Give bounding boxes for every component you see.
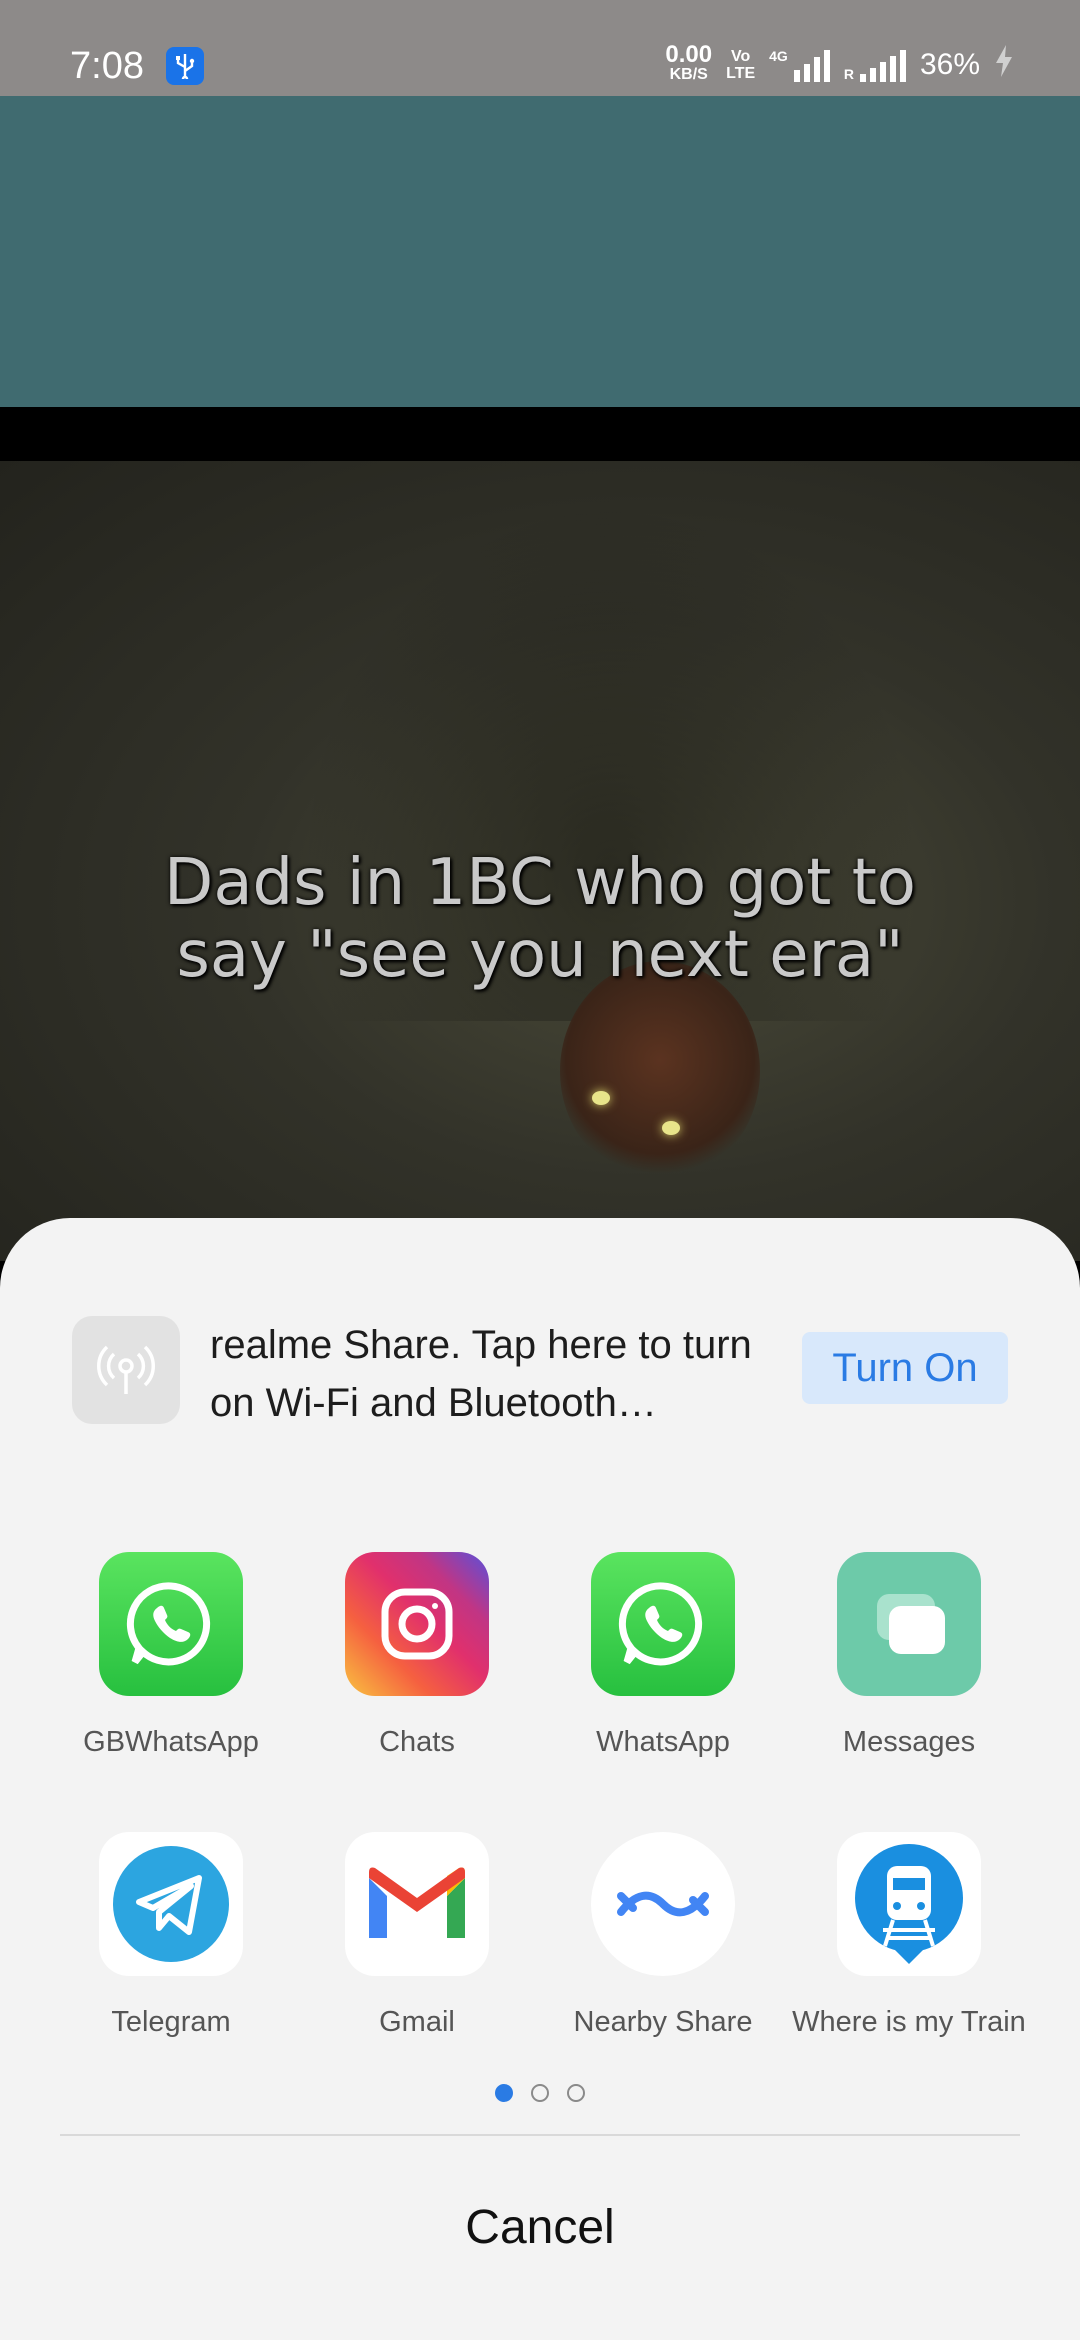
- status-bar: 7:08 0.00 KB/S Vo LTE 4G R 36%: [0, 0, 1080, 96]
- app-telegram[interactable]: Telegram: [48, 1832, 294, 2043]
- divider: [60, 2134, 1020, 2136]
- app-messages[interactable]: Messages: [786, 1552, 1032, 1763]
- speed-unit: KB/S: [669, 65, 708, 83]
- creature-head: [560, 961, 760, 1181]
- charging-icon: [994, 44, 1014, 85]
- app-where-is-my-train[interactable]: Where is my Train: [786, 1832, 1032, 2043]
- network-speed: 0.00 KB/S: [665, 40, 713, 85]
- meme-image[interactable]: Dads in 1BC who got to say "see you next…: [0, 461, 1080, 1261]
- app-chats[interactable]: Chats: [294, 1552, 540, 1763]
- app-whatsapp[interactable]: WhatsApp: [540, 1552, 786, 1763]
- app-label: WhatsApp: [596, 1726, 730, 1758]
- page-dot-1[interactable]: [495, 2084, 513, 2102]
- app-label: Chats: [379, 1726, 455, 1758]
- app-label: GBWhatsApp: [83, 1726, 259, 1758]
- meme-caption-line2: say "see you next era": [176, 918, 904, 992]
- telegram-icon: [99, 1832, 243, 1976]
- status-right-group: 0.00 KB/S Vo LTE 4G R 36%: [665, 40, 1014, 85]
- app-label: Messages: [842, 1726, 976, 1758]
- app-gbwhatsapp[interactable]: GBWhatsApp: [48, 1552, 294, 1763]
- realme-share-row[interactable]: realme Share. Tap here to turn on Wi-Fi …: [72, 1316, 1008, 1426]
- messages-icon: [837, 1552, 981, 1696]
- volte-label-bottom: LTE: [726, 64, 756, 82]
- media-top-band: [0, 407, 1080, 461]
- speed-value: 0.00: [665, 40, 713, 68]
- meme-caption: Dads in 1BC who got to say "see you next…: [0, 847, 1080, 991]
- app-label: Gmail: [379, 2006, 455, 2038]
- volte-icon: Vo LTE: [726, 48, 755, 82]
- battery-percent: 36%: [919, 47, 980, 81]
- app-label: Where is my Train: [792, 2006, 1026, 2038]
- turn-on-button[interactable]: Turn On: [802, 1332, 1008, 1404]
- nearby-share-icon: [591, 1832, 735, 1976]
- status-time: 7:08: [70, 45, 144, 87]
- cancel-button[interactable]: Cancel: [0, 2178, 1080, 2278]
- gmail-icon: [345, 1832, 489, 1976]
- whatsapp-icon: [99, 1552, 243, 1696]
- realme-share-text: realme Share. Tap here to turn on Wi-Fi …: [210, 1323, 752, 1425]
- meme-caption-line1: Dads in 1BC who got to: [164, 846, 916, 920]
- share-sheet: realme Share. Tap here to turn on Wi-Fi …: [0, 1218, 1080, 2340]
- whatsapp-icon: [591, 1552, 735, 1696]
- page-dot-2[interactable]: [531, 2084, 549, 2102]
- app-nearby-share[interactable]: Nearby Share: [540, 1832, 786, 2043]
- page-indicator: [0, 2084, 1080, 2102]
- signal-roaming-icon: R: [844, 48, 906, 82]
- app-label: Telegram: [111, 2006, 231, 2038]
- net-type-label: 4G: [769, 47, 788, 64]
- usb-icon: [166, 47, 204, 85]
- roaming-label: R: [843, 65, 854, 82]
- realme-share-icon: [72, 1316, 180, 1424]
- app-gmail[interactable]: Gmail: [294, 1832, 540, 2043]
- instagram-icon: [345, 1552, 489, 1696]
- app-label: Nearby Share: [573, 2006, 753, 2038]
- page-dot-3[interactable]: [567, 2084, 585, 2102]
- creature-eye-left: [592, 1091, 610, 1105]
- post-header-area: [0, 96, 1080, 407]
- train-icon: [837, 1832, 981, 1976]
- volte-label-top: Vo: [730, 47, 751, 65]
- creature-eye-right: [662, 1121, 680, 1135]
- signal-4g-icon: 4G: [769, 48, 830, 82]
